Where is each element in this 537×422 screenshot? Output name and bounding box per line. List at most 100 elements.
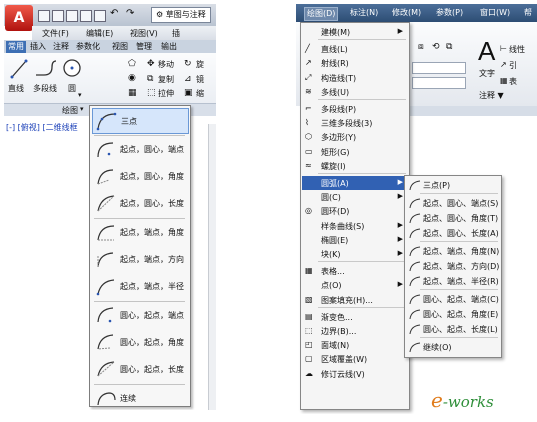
arc-option-start-end-radius[interactable]: 起点，端点，半径 [92,274,187,298]
draw-menu-item-boundary[interactable]: ⬚ 边界(B)... [302,324,407,338]
draw-menu-item-arc[interactable]: 圆弧(A) ▶ [302,176,407,190]
draw-menu-item-helix[interactable]: ≈ 螺旋(I) [302,159,407,173]
menu-draw[interactable]: 绘图(D) [304,7,339,21]
application-logo-button[interactable]: A [5,5,33,31]
draw-menu-item-polygon[interactable]: ⬡ 多边形(Y) [302,130,407,144]
arc-option-3point[interactable]: 三点 [92,108,189,134]
ribbon-tool-icon[interactable]: ⟲ [432,42,440,52]
circle-tool-label[interactable]: 圆 [68,83,76,94]
arc-option-center-start-angle[interactable]: 圆心，起点，角度 [92,330,187,354]
text-large-icon[interactable]: A [478,36,495,67]
draw-menu-item-ray[interactable]: ↗ 射线(R) [302,56,407,70]
arc-option-start-center-length[interactable]: 起点，圆心，长度 [92,191,187,215]
tab-annotate[interactable]: 注释 [51,41,71,53]
draw-menu-item-table[interactable]: ▦ 表格... [302,264,407,278]
scale-icon[interactable]: ▣ [184,88,193,98]
copy-tool-label[interactable]: 复制 [158,74,174,85]
arc-submenu-item-start-center-end[interactable]: 起点、圆心、端点(S) [406,196,499,210]
arc-submenu-item-3point[interactable]: 三点(P) [406,178,499,192]
mirror-icon[interactable]: ⊿ [184,74,192,84]
arc-submenu-item-continue[interactable]: 继续(O) [406,340,499,354]
linear-dim-icon[interactable]: ⊢ [500,44,507,53]
viewport-label[interactable]: [-] [俯视] [二维线框 [6,122,78,133]
mirror-tool-label[interactable]: 镜 [196,74,204,85]
arc-option-start-end-direction[interactable]: 起点，端点，方向 [92,247,187,271]
draw-menu-item-multiline[interactable]: ≋ 多线(U) [302,85,407,99]
menu-modify[interactable]: 修改(M) [390,7,423,19]
color-combo[interactable] [412,77,466,89]
circle-icon[interactable] [62,58,82,78]
layer-combo[interactable] [412,62,466,74]
stretch-tool-label[interactable]: 拉伸 [158,88,174,99]
tab-view[interactable]: 视图 [110,41,130,53]
draw-menu-item-xline[interactable]: ⤢ 构造线(T) [302,71,407,85]
open-icon[interactable] [52,10,64,22]
table-icon[interactable]: ▦ [500,76,508,85]
draw-menu-item-line[interactable]: ╱ 直线(L) [302,42,407,56]
draw-group-label[interactable]: 绘图 [62,105,78,116]
arc-option-start-center-end[interactable]: 起点，圆心，端点 [92,137,187,161]
draw-menu-item-circle[interactable]: 圆(C) ▶ [302,190,407,204]
rotate-icon[interactable]: ↻ [184,59,192,69]
arc-option-start-center-angle[interactable]: 起点，圆心，角度 [92,164,187,188]
group-expand-icon[interactable]: ▾ [80,105,84,113]
annotate-group-label[interactable]: 注释 ▼ [479,90,504,101]
draw-menu-item-hatch[interactable]: ▧ 图案填充(H)... [302,293,407,307]
menu-parametric[interactable]: 参数(P) [434,7,465,19]
move-tool-label[interactable]: 移动 [158,59,174,70]
text-tool-label[interactable]: 文字 [479,68,495,79]
arc-submenu-item-center-start-length[interactable]: 圆心、起点、长度(L) [406,322,499,336]
leader-label[interactable]: 引 [509,60,517,71]
arc-submenu-item-start-end-angle[interactable]: 起点、端点、角度(N) [406,244,499,258]
copy-icon[interactable]: ⧉ [147,74,153,84]
circle-dropdown-icon[interactable]: ▾ [78,91,82,99]
draw-menu-item-region[interactable]: ◰ 面域(N) [302,338,407,352]
scale-tool-label[interactable]: 缩 [196,88,204,99]
draw-menu-item-block[interactable]: 块(K) ▶ [302,247,407,261]
stretch-icon[interactable]: ⬚ [147,88,156,98]
draw-menu-item-ellipse[interactable]: 椭圆(E) ▶ [302,233,407,247]
tab-home[interactable]: 常用 [6,41,26,53]
arc-submenu-item-center-start-end[interactable]: 圆心、起点、端点(C) [406,292,499,306]
linear-dim-label[interactable]: 线性 [509,44,525,55]
table-label[interactable]: 表 [509,76,517,87]
menu-window[interactable]: 窗口(W) [478,7,512,19]
polyline-icon[interactable] [34,59,58,79]
workspace-selector[interactable]: ⚙ 草图与注释 [151,7,211,23]
polyline-tool-label[interactable]: 多段线 [33,83,57,94]
menu-file[interactable]: 文件(F) [42,28,69,39]
menu-dimension[interactable]: 标注(N) [348,7,380,19]
draw-menu-item-wipeout[interactable]: ▢ 区域覆盖(W) [302,352,407,366]
line-tool-label[interactable]: 直线 [8,83,24,94]
line-icon[interactable] [10,59,28,79]
arc-submenu-item-start-end-direction[interactable]: 起点、端点、方向(D) [406,259,499,273]
hatch-icon[interactable]: ▦ [128,88,137,98]
arc-option-center-start-length[interactable]: 圆心，起点，长度 [92,357,187,381]
arc-option-start-end-angle[interactable]: 起点，端点，角度 [92,220,187,244]
draw-menu-item-rectangle[interactable]: ▭ 矩形(G) [302,145,407,159]
draw-menu-item-3dpolyline[interactable]: ⌇ 三维多段线(3) [302,116,407,130]
arc-submenu-item-start-center-angle[interactable]: 起点、圆心、角度(T) [406,211,499,225]
draw-menu-item-gradient[interactable]: ▤ 渐变色... [302,310,407,324]
redo-icon[interactable]: ↷ [126,8,134,19]
tab-output[interactable]: 输出 [159,41,179,53]
draw-menu-item-polyline[interactable]: ⌐ 多段线(P) [302,102,407,116]
draw-menu-item-donut[interactable]: ◎ 圆环(D) [302,204,407,218]
print-icon[interactable] [94,10,106,22]
ribbon-tool-icon[interactable]: ⧈ [418,42,424,52]
saveas-icon[interactable] [80,10,92,22]
vertical-scrollbar[interactable] [208,124,216,410]
draw-menu-item-revcloud[interactable]: ☁ 修订云线(V) [302,367,407,381]
menu-help[interactable]: 帮 [522,7,534,19]
arc-submenu-item-center-start-angle[interactable]: 圆心、起点、角度(E) [406,307,499,321]
arc-option-center-start-end[interactable]: 圆心，起点，端点 [92,303,187,327]
ellipse-icon[interactable]: ◉ [128,73,136,83]
draw-menu-item-modeling[interactable]: 建模(M) ▶ [302,25,407,39]
menu-view[interactable]: 视图(V) [130,28,158,39]
save-icon[interactable] [66,10,78,22]
tab-parametric[interactable]: 参数化 [74,41,102,53]
menu-edit[interactable]: 编辑(E) [86,28,113,39]
arc-submenu-item-start-end-radius[interactable]: 起点、端点、半径(R) [406,274,499,288]
ribbon-tool-icon[interactable]: ⧉ [446,42,452,52]
rotate-tool-label[interactable]: 旋 [196,59,204,70]
